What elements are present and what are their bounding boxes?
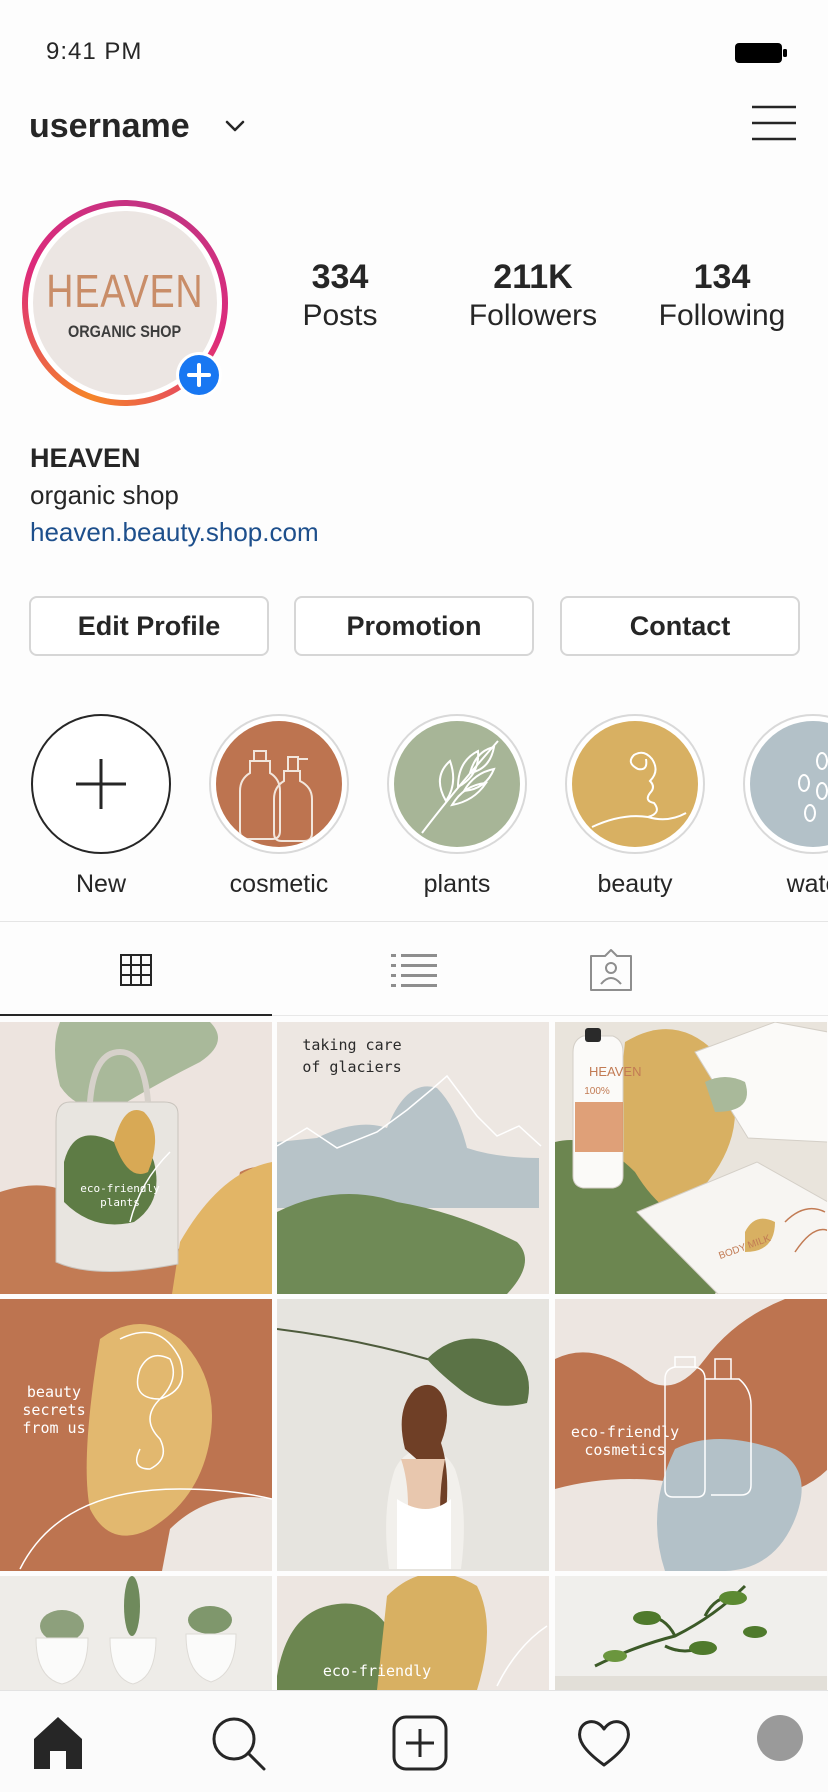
plus-circle-icon [179, 355, 219, 395]
grid-icon [120, 954, 152, 986]
section-divider [0, 921, 828, 922]
profile-bio: HEAVEN organic shop heaven.beauty.shop.c… [30, 443, 319, 548]
menu-icon[interactable] [750, 103, 798, 143]
contact-button[interactable]: Contact [560, 596, 800, 656]
highlight-label: cosmetic [229, 870, 329, 898]
chevron-down-icon[interactable] [224, 115, 246, 137]
home-icon[interactable] [28, 1713, 88, 1773]
search-icon[interactable] [208, 1713, 268, 1773]
post-tile-plant[interactable] [555, 1576, 827, 1690]
tagged-person-icon [590, 949, 632, 991]
add-story-button[interactable] [176, 352, 222, 398]
avatar-logo-text: HEAVEN [46, 265, 204, 317]
tile-caption: eco-friendly [322, 1662, 432, 1680]
tile-caption-line2: secrets [22, 1401, 86, 1419]
highlight-label: New [75, 870, 126, 898]
highlight-water[interactable]: wate [743, 714, 828, 899]
tile-caption-line1: eco-friendly [570, 1423, 680, 1441]
username-switcher[interactable]: username [29, 107, 190, 146]
highlight-plants[interactable]: plants [387, 714, 527, 899]
profile-avatar-icon[interactable] [757, 1715, 803, 1761]
status-bar: 9:41 PM [0, 0, 828, 90]
following-count: 134 [693, 258, 751, 296]
tile-caption-line2: of glaciers [302, 1058, 402, 1076]
list-icon [391, 954, 437, 987]
highlight-new[interactable]: New [31, 714, 171, 899]
tile-caption-line2: cosmetics [584, 1441, 666, 1459]
post-tile-eco-cosmetics[interactable]: eco-friendly cosmetics [555, 1299, 827, 1571]
profile-description: organic shop [30, 480, 179, 510]
post-tile-tote-bag[interactable]: eco-friendly plants [0, 1022, 272, 1294]
stat-following[interactable]: 134 Following [648, 258, 796, 333]
profile-header: username [0, 95, 828, 155]
posts-count: 334 [311, 258, 369, 296]
post-tile-eco-friendly[interactable]: eco-friendly [277, 1576, 549, 1690]
highlight-cosmetic[interactable]: cosmetic [209, 714, 349, 899]
post-tile-beauty-secrets[interactable]: beauty secrets from us [0, 1299, 272, 1571]
tab-grid[interactable] [0, 925, 272, 1015]
tab-tagged[interactable] [472, 925, 748, 1015]
post-tile-cacti[interactable] [0, 1576, 272, 1690]
bottom-nav [0, 1690, 828, 1792]
highlight-label: plants [423, 870, 491, 898]
post-tile-products[interactable]: HEAVEN 100% BODY MILK [555, 1022, 827, 1294]
edit-profile-button[interactable]: Edit Profile [29, 596, 269, 656]
tile-brand: HEAVEN [589, 1064, 642, 1079]
stat-posts[interactable]: 334 Posts [290, 258, 390, 333]
stat-followers[interactable]: 211K Followers [458, 258, 608, 333]
face-line-illustration [591, 751, 687, 828]
status-time: 9:41 PM [46, 38, 143, 65]
bottles-illustration [239, 750, 313, 842]
heart-icon[interactable] [574, 1713, 634, 1773]
promotion-button[interactable]: Promotion [294, 596, 534, 656]
followers-count: 211K [493, 258, 573, 296]
tile-caption-line1: beauty [26, 1383, 82, 1401]
tile-caption: eco-friendly plants [80, 1182, 160, 1209]
leaf-illustration [421, 740, 499, 834]
plus-icon [76, 759, 126, 809]
following-label: Following [658, 299, 786, 332]
highlight-label: beauty [597, 870, 673, 898]
drops-illustration [798, 752, 828, 822]
profile-website-link[interactable]: heaven.beauty.shop.com [30, 517, 319, 548]
tile-caption-line3: from us [22, 1419, 86, 1437]
new-post-icon[interactable] [390, 1713, 450, 1773]
post-tile-glaciers[interactable]: taking care of glaciers [277, 1022, 549, 1294]
battery-icon [735, 43, 787, 63]
avatar-logo-subtext: ORGANIC SHOP [68, 322, 182, 341]
posts-label: Posts [302, 299, 378, 332]
highlight-label: wate [786, 870, 828, 898]
tab-divider [272, 1015, 828, 1016]
tile-bottle-text: 100% [584, 1086, 610, 1097]
post-tile-woman-leaf[interactable] [277, 1299, 549, 1571]
highlight-beauty[interactable]: beauty [565, 714, 705, 899]
tab-active-indicator [0, 1014, 272, 1016]
followers-label: Followers [468, 299, 598, 332]
tile-caption-line1: taking care [302, 1036, 402, 1054]
profile-name: HEAVEN [30, 443, 141, 473]
